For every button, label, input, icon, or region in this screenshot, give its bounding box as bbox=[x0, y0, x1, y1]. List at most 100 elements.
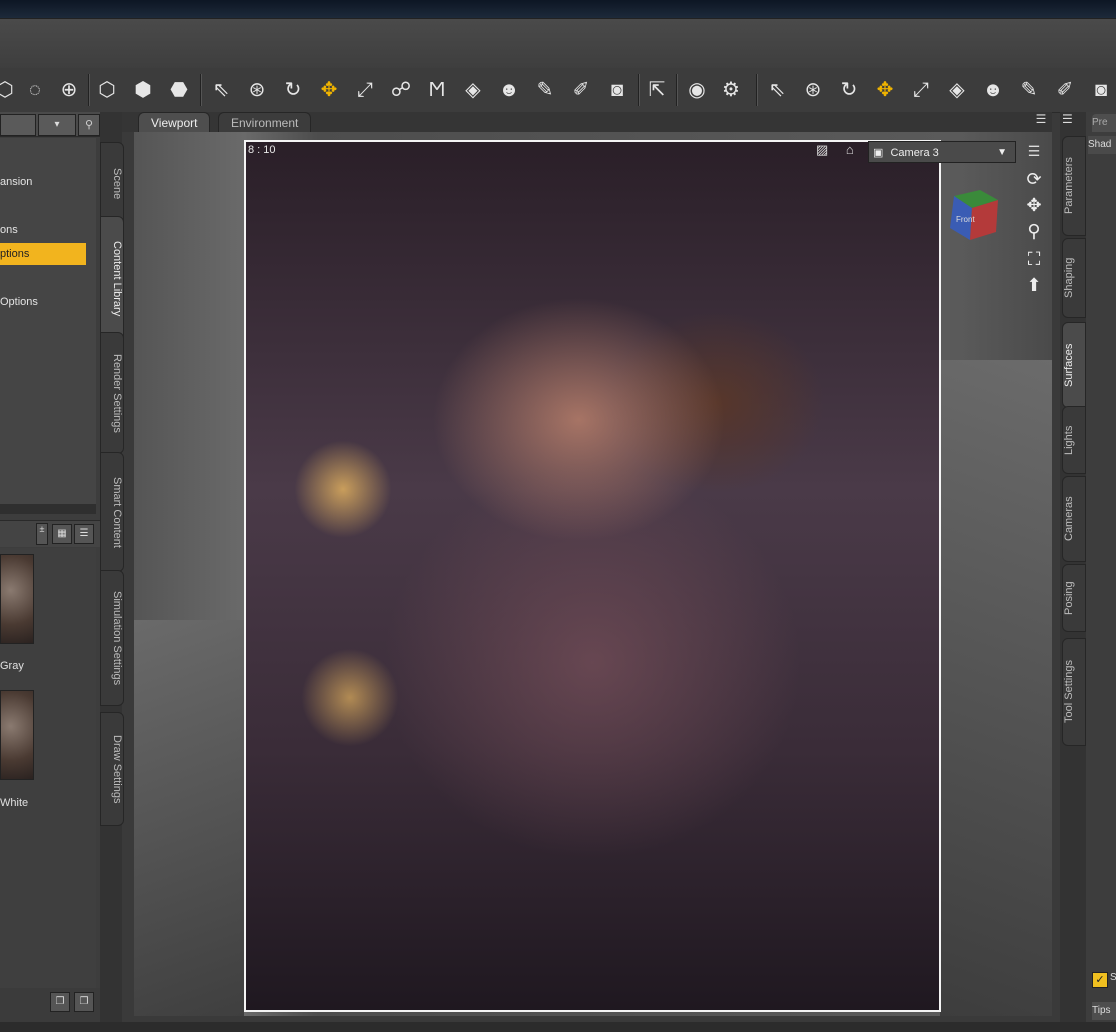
tab-surfaces[interactable]: Surfaces bbox=[1062, 322, 1086, 408]
toolbar-separator bbox=[638, 74, 640, 106]
tab-parameters[interactable]: Parameters bbox=[1062, 136, 1086, 236]
tab-viewport[interactable]: Viewport bbox=[138, 112, 211, 133]
tab-content-library[interactable]: Content Library bbox=[100, 216, 124, 342]
tree-item[interactable]: ons bbox=[0, 219, 86, 241]
scene-geometry bbox=[940, 360, 1052, 1016]
zoom-stepper[interactable]: ± bbox=[36, 523, 48, 545]
spot-render-icon[interactable]: ✎ bbox=[532, 77, 558, 103]
edit-tool-icon[interactable]: ✐ bbox=[568, 77, 594, 103]
zoom-icon[interactable]: ⚲ bbox=[1020, 218, 1048, 244]
render-camera-icon[interactable]: ◉ bbox=[684, 77, 710, 103]
scene-geometry bbox=[134, 620, 244, 1016]
translate-tool-2-icon[interactable]: ✥ bbox=[872, 77, 898, 103]
camera-icon: ▣ bbox=[873, 147, 884, 159]
tab-tips[interactable]: Tips bbox=[1092, 1002, 1116, 1020]
library-select[interactable] bbox=[0, 114, 36, 136]
translate-tool-icon[interactable]: ✥ bbox=[316, 77, 342, 103]
navigation-tools: ⟳ ✥ ⚲ ⛶ ⬆ bbox=[1020, 166, 1050, 306]
toolbar-separator bbox=[676, 74, 678, 106]
joint-editor-icon[interactable]: ☍ bbox=[388, 77, 414, 103]
horizontal-scrollbar[interactable] bbox=[0, 504, 96, 514]
aim-icon[interactable]: ⌂ bbox=[846, 142, 854, 157]
cube-tool-icon[interactable]: ⬡ bbox=[0, 77, 18, 103]
tree-item[interactable]: Options bbox=[0, 291, 86, 313]
library-tree: ansion ons ptions Options bbox=[0, 138, 96, 508]
tab-posing[interactable]: Posing bbox=[1062, 564, 1086, 632]
camera-select[interactable]: ▣ Camera 3 ▼ bbox=[868, 141, 1016, 163]
tab-shaping[interactable]: Shaping bbox=[1062, 238, 1086, 318]
figure-icon[interactable]: ⬣ bbox=[166, 77, 192, 103]
render-options-icon[interactable]: ⚙ bbox=[718, 77, 744, 103]
tab-lights[interactable]: Lights bbox=[1062, 406, 1086, 474]
universal-tool-icon[interactable]: ⊛ bbox=[244, 77, 270, 103]
scale-tool-icon[interactable]: ⤢ bbox=[352, 77, 378, 103]
figure-posing-2-icon[interactable]: ☻ bbox=[980, 77, 1006, 103]
universal-tool-2-icon[interactable]: ⊛ bbox=[800, 77, 826, 103]
hair-thumbnail[interactable] bbox=[0, 690, 34, 780]
draw-style-icon[interactable]: ▨ bbox=[816, 142, 828, 157]
thumbnail-label: White bbox=[0, 797, 29, 809]
toolbar-separator bbox=[88, 74, 90, 106]
pointer-tool-icon[interactable]: ⇖ bbox=[208, 77, 234, 103]
tab-scene[interactable]: Scene bbox=[100, 142, 124, 226]
tab-draw-settings[interactable]: Draw Settings bbox=[100, 712, 124, 826]
rotate-tool-2-icon[interactable]: ↻ bbox=[836, 77, 862, 103]
select-render-icon[interactable]: ⇱ bbox=[644, 77, 670, 103]
shader-item[interactable]: Shad bbox=[1088, 136, 1116, 154]
tree-item[interactable]: ansion bbox=[0, 171, 86, 193]
render-settings-2-icon[interactable]: ◙ bbox=[1088, 77, 1114, 103]
svg-text:Front: Front bbox=[956, 215, 975, 224]
grid-view-icon[interactable]: ▦ bbox=[52, 524, 72, 544]
status-bar bbox=[0, 1022, 1116, 1032]
reset-view-icon[interactable]: ⬆ bbox=[1020, 272, 1048, 298]
surface-selection-icon[interactable]: ◈ bbox=[460, 77, 486, 103]
library-dropdown[interactable]: ▾ bbox=[38, 114, 76, 136]
render-preview-image bbox=[244, 140, 941, 1012]
hair-thumbnail[interactable] bbox=[0, 554, 34, 644]
edit-tool-2-icon[interactable]: ✐ bbox=[1052, 77, 1078, 103]
tab-smart-content[interactable]: Smart Content bbox=[100, 452, 124, 572]
group-icon[interactable]: ⬢ bbox=[130, 77, 156, 103]
search-icon[interactable]: ⚲ bbox=[78, 114, 100, 136]
toolbar-separator bbox=[200, 74, 202, 106]
tab-render-settings[interactable]: Render Settings bbox=[100, 332, 124, 454]
pointer-tool-2-icon[interactable]: ⇖ bbox=[764, 77, 790, 103]
chevron-down-icon: ▼ bbox=[997, 147, 1007, 158]
checkbox-label: S bbox=[1110, 972, 1116, 983]
right-tab-strip: ☰ Parameters Shaping Surfaces Lights Cam… bbox=[1060, 112, 1086, 1022]
pane-menu-icon[interactable]: ☰ bbox=[1032, 112, 1050, 130]
tree-item-selected[interactable]: ptions bbox=[0, 243, 86, 265]
pan-icon[interactable]: ✥ bbox=[1020, 192, 1048, 218]
scale-tool-2-icon[interactable]: ⤢ bbox=[908, 77, 934, 103]
checkbox[interactable]: ✓ bbox=[1092, 972, 1108, 988]
copy-icon[interactable]: ❐ bbox=[50, 992, 70, 1012]
figure-posing-icon[interactable]: ☻ bbox=[496, 77, 522, 103]
add-node-icon[interactable]: ⊕ bbox=[56, 77, 82, 103]
left-pane-footer: ❐ ❐ bbox=[0, 988, 100, 1022]
frame-icon[interactable]: ⛶ bbox=[1020, 246, 1048, 272]
spot-render-2-icon[interactable]: ✎ bbox=[1016, 77, 1042, 103]
tab-presets[interactable]: Pre bbox=[1092, 114, 1116, 132]
aspect-ratio-label: 8 : 10 bbox=[248, 144, 276, 156]
rotate-tool-icon[interactable]: ↻ bbox=[280, 77, 306, 103]
node-select-icon[interactable]: ◌ bbox=[22, 77, 48, 103]
paste-icon[interactable]: ❐ bbox=[74, 992, 94, 1012]
viewport-tab-bar: Viewport Environment ☰ bbox=[122, 112, 1052, 133]
render-settings-icon[interactable]: ◙ bbox=[604, 77, 630, 103]
tab-tool-settings[interactable]: Tool Settings bbox=[1062, 638, 1086, 746]
surface-selection-2-icon[interactable]: ◈ bbox=[944, 77, 970, 103]
orbit-icon[interactable]: ⟳ bbox=[1020, 166, 1048, 192]
primitive-icon[interactable]: ⬡ bbox=[94, 77, 120, 103]
toolbar-separator bbox=[756, 74, 758, 106]
viewport-menu-icon[interactable]: ☰ bbox=[1024, 143, 1044, 161]
tab-environment[interactable]: Environment bbox=[218, 112, 312, 133]
camera-select-label: Camera 3 bbox=[890, 147, 939, 159]
list-view-icon[interactable]: ☰ bbox=[74, 524, 94, 544]
tab-simulation-settings[interactable]: Simulation Settings bbox=[100, 570, 124, 706]
pane-menu-icon[interactable]: ☰ bbox=[1062, 112, 1082, 128]
thumbnail-toolbar: ± ▦ ☰ bbox=[0, 520, 100, 547]
view-cube[interactable]: Front bbox=[940, 188, 1002, 248]
tab-cameras[interactable]: Cameras bbox=[1062, 476, 1086, 562]
left-tab-strip: Scene Content Library Render Settings Sm… bbox=[100, 112, 124, 1022]
geometry-editor-icon[interactable]: Ϻ bbox=[424, 77, 450, 103]
